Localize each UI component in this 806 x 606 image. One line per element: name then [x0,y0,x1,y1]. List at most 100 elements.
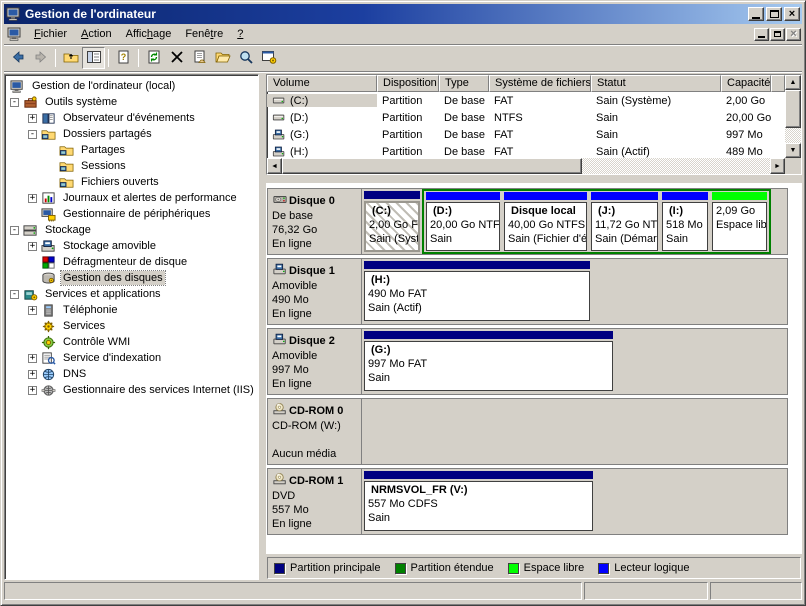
maximize-button[interactable] [766,7,782,21]
column-header-volume[interactable]: Volume [267,75,377,92]
partition-disquelocal[interactable]: Disque local40,00 Go NTFSSain (Fichier d… [502,191,589,252]
tree-item-gestion-de-l-ordinateur-local[interactable]: Gestion de l'ordinateur (local) [6,78,258,94]
tree-item-journaux-et-alertes-de-performance[interactable]: +Journaux et alertes de performance [6,190,258,206]
refresh-button[interactable] [142,47,165,69]
mdi-close-button[interactable]: × [786,28,801,41]
tree-item-sessions[interactable]: Sessions [6,158,258,174]
volume-row-g[interactable]: (G:)PartitionDe baseFATSain997 Mo [267,126,785,143]
tree-item-contr-le-wmi[interactable]: Contrôle WMI [6,334,258,350]
disk-label[interactable]: CD-ROM 1DVD557 MoEn ligne [268,469,362,534]
menu-action[interactable]: Action [74,26,119,42]
pane-splitter[interactable] [259,74,266,580]
column-header-disposition[interactable]: Disposition [377,75,439,92]
delete-button[interactable] [165,47,188,69]
collapse-toggle[interactable]: - [10,290,19,299]
back-button[interactable] [6,47,29,69]
scroll-down-button[interactable]: ▼ [785,143,801,158]
scroll-thumb[interactable] [282,158,582,174]
menu-affichage[interactable]: Affichage [119,26,179,42]
volume-row-c[interactable]: (C:)PartitionDe baseFATSain (Système)2,0… [267,92,785,109]
menu-help[interactable]: ? [230,26,250,42]
tree-item-service-d-indexation[interactable]: +Service d'indexation [6,350,258,366]
minimize-button[interactable] [748,7,764,21]
disk-label[interactable]: Disque 0De base76,32 GoEn ligne [268,189,362,254]
partition-g[interactable]: (G:)997 Mo FATSain [362,329,615,394]
expand-toggle[interactable]: + [28,306,37,315]
properties-button[interactable] [188,47,211,69]
disk-info-line: Amovible [272,279,359,293]
cell-volume: (C:) [290,95,308,107]
partition-j[interactable]: (J:)11,72 Go NTFSain (Démarr [589,191,660,252]
mdi-restore-button[interactable] [770,28,785,41]
cell-type: De base [444,129,485,141]
horizontal-scrollbar[interactable]: ◄ ► [267,158,785,174]
mdi-minimize-button[interactable] [754,28,769,41]
scroll-thumb[interactable] [785,90,801,128]
mdi-system-menu-icon[interactable] [7,26,23,42]
display-button[interactable] [234,47,257,69]
partition-nrmsvol_frv[interactable]: NRMSVOL_FR (V:)557 Mo CDFSSain [362,469,595,534]
disk-row-cd-rom-0: CD-ROM 0CD-ROM (W:) Aucun média [267,398,788,465]
cell-statut: Sain [596,129,618,141]
tree-item-gestion-des-disques[interactable]: Gestion des disques [6,270,258,286]
partition-i[interactable]: (I:)518 MoSain [660,191,710,252]
volume-row-d[interactable]: (D:)PartitionDe baseNTFSSain20,00 Go [267,109,785,126]
tree-item-t-l-phonie[interactable]: +Téléphonie [6,302,258,318]
volume-row-h[interactable]: (H:)PartitionDe baseFATSain (Actif)489 M… [267,143,785,158]
tree-item-gestionnaire-des-services-internet-iis[interactable]: +Gestionnaire des services Internet (IIS… [6,382,258,398]
collapse-toggle[interactable]: - [28,130,37,139]
disk-label[interactable]: Disque 2Amovible997 MoEn ligne [268,329,362,394]
expand-toggle[interactable]: + [28,354,37,363]
tree-item-services[interactable]: Services [6,318,258,334]
expand-toggle[interactable]: + [28,242,37,251]
disk-label[interactable]: Disque 1Amovible490 MoEn ligne [268,259,362,324]
column-header-statut[interactable]: Statut [591,75,721,92]
tree-item-observateur-d-v-nements[interactable]: +Observateur d'événements [6,110,258,126]
forward-button[interactable] [29,47,52,69]
up-one-level-button[interactable] [59,47,82,69]
scroll-up-button[interactable]: ▲ [785,75,801,90]
partition-size: 2,00 Go F [369,218,415,232]
tree-item-fichiers-ouverts[interactable]: Fichiers ouverts [6,174,258,190]
partition-h[interactable]: (H:)490 Mo FATSain (Actif) [362,259,592,324]
open-button[interactable] [211,47,234,69]
expand-toggle[interactable]: + [28,114,37,123]
tree-item-gestionnaire-de-p-riph-riques[interactable]: Gestionnaire de périphériques [6,206,258,222]
tree-item-stockage[interactable]: -Stockage [6,222,258,238]
partition-c[interactable]: (C:)2,00 Go FSain (Syst [362,189,422,254]
tree-item-dossiers-partag-s[interactable]: -Dossiers partagés [6,126,258,142]
tree-item-d-fragmenteur-de-disque[interactable]: Défragmenteur de disque [6,254,258,270]
tree-item-stockage-amovible[interactable]: +Stockage amovible [6,238,258,254]
console-button[interactable] [257,47,280,69]
partition-d[interactable]: (D:)20,00 Go NTFSain [424,191,502,252]
tree-item-outils-syst-me[interactable]: -Outils système [6,94,258,110]
disk-strip: (H:)490 Mo FATSain (Actif) [362,259,787,324]
collapse-toggle[interactable]: - [10,226,19,235]
menu-fentre[interactable]: Fenêtre [178,26,230,42]
horizontal-splitter[interactable] [266,175,802,183]
menu-fichier[interactable]: Fichier [27,26,74,42]
expand-toggle[interactable]: + [28,370,37,379]
column-header-extra[interactable] [771,75,785,92]
scroll-left-button[interactable]: ◄ [267,158,282,174]
hard-disk-icon [272,192,289,209]
tree-item-dns[interactable]: +DNS [6,366,258,382]
partition-size: 518 Mo [666,218,704,232]
collapse-toggle[interactable]: - [10,98,19,107]
show-hide-tree-button[interactable] [82,47,105,69]
scroll-right-button[interactable]: ► [770,158,785,174]
close-button[interactable]: × [784,7,800,21]
removable-drive-icon [272,145,290,158]
expand-toggle[interactable]: + [28,194,37,203]
column-header-syst-me-de-fichiers[interactable]: Système de fichiers [489,75,591,92]
computer-icon [10,79,26,94]
help-button[interactable]: ? [112,47,135,69]
free-space-segment[interactable]: 2,09 GoEspace lib [710,191,769,252]
tree-item-services-et-applications[interactable]: -Services et applications [6,286,258,302]
column-header-type[interactable]: Type [439,75,489,92]
column-header-capacit-[interactable]: Capacité [721,75,771,92]
expand-toggle[interactable]: + [28,386,37,395]
vertical-scrollbar[interactable]: ▲ ▼ [785,75,801,158]
tree-item-partages[interactable]: Partages [6,142,258,158]
disk-label[interactable]: CD-ROM 0CD-ROM (W:) Aucun média [268,399,362,464]
